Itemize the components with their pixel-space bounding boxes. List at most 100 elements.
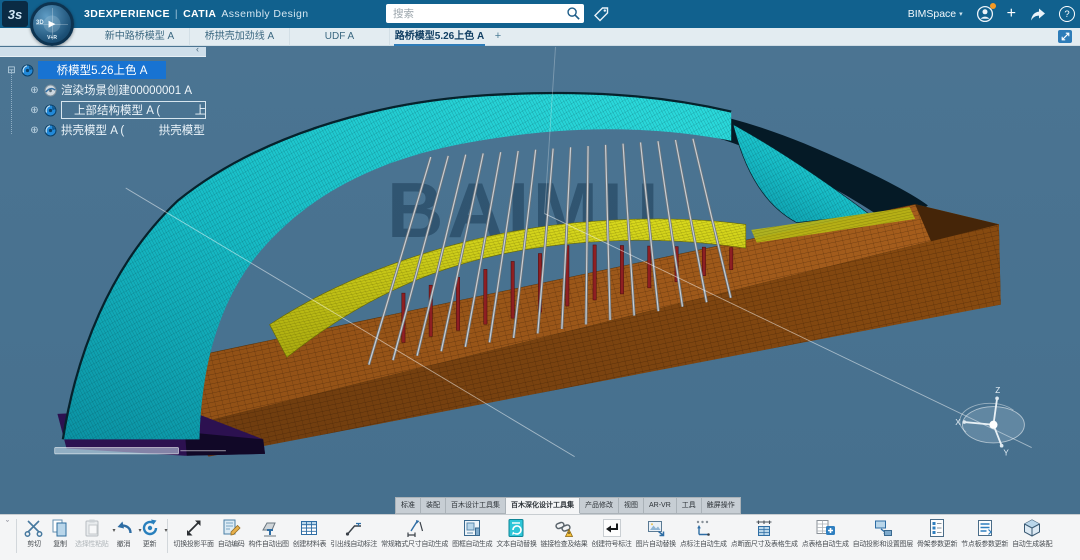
point-annotation-auto-generate-button[interactable]: 点标注自动生成 xyxy=(678,515,729,549)
gusset-param-update-button[interactable]: 节点板参数更新 xyxy=(959,515,1010,549)
point-annotation-icon xyxy=(692,517,714,539)
3d-compass-widget[interactable]: ▶ 3D V+R xyxy=(30,2,74,46)
search-box xyxy=(386,4,584,23)
ribbon-tab[interactable]: 标准 xyxy=(395,497,421,514)
ribbon-tab[interactable]: 装配 xyxy=(421,497,446,514)
tree-item-arch-shell[interactable]: ⊕ 拱壳模型 A ( 拱壳模型 xyxy=(0,120,240,140)
leader-auto-annotation-button[interactable]: 引出线自动标注 xyxy=(328,515,379,549)
component-icon xyxy=(44,124,57,137)
dropdown-caret-icon[interactable]: ▾ xyxy=(164,527,167,534)
application-window: 3s 3DEXPERIENCE | CATIA Assembly Design … xyxy=(0,0,1080,560)
component-icon xyxy=(21,64,34,77)
ribbon-tab[interactable]: 产品修改 xyxy=(580,497,619,514)
switch-projection-plane-button[interactable]: 切换投影平面 xyxy=(172,515,216,549)
create-material-table-button[interactable]: 创建材料表 xyxy=(291,515,329,549)
compass-3d-label[interactable]: 3D xyxy=(36,20,44,26)
ribbon-tab[interactable]: 工具 xyxy=(677,497,702,514)
expand-window-button[interactable] xyxy=(1058,30,1072,43)
view-axes-robot[interactable]: X Z Y xyxy=(955,386,1024,458)
axis-y-label: Y xyxy=(1003,449,1009,458)
drawing-icon xyxy=(258,517,280,539)
auto-projection-layer-button[interactable]: 自动投影和设置图层 xyxy=(851,515,915,549)
expand-icon[interactable]: ⊕ xyxy=(29,85,40,96)
paste-special-button[interactable]: 选择性粘贴 ▾ xyxy=(73,515,111,549)
expand-arrows-icon xyxy=(1061,32,1070,41)
title-divider: | xyxy=(175,8,178,20)
link-check-results-button[interactable]: 链接检查及结果 xyxy=(539,515,590,549)
table-plus-icon xyxy=(814,517,836,539)
expand-icon[interactable]: ⊕ xyxy=(29,125,40,136)
collapse-icon[interactable]: ⊟ xyxy=(6,65,17,76)
chevron-left-icon[interactable]: ‹ xyxy=(196,46,199,54)
component-auto-drawing-button[interactable]: 构件自动出图 xyxy=(247,515,291,549)
3d-viewport[interactable]: BAIMU xyxy=(0,46,1080,514)
tag-icon[interactable] xyxy=(592,5,610,23)
frame-auto-generate-button[interactable]: 图框自动生成 xyxy=(450,515,494,549)
tree-scroll-strip[interactable]: ‹ xyxy=(0,47,206,57)
ribbon-tab[interactable]: 视图 xyxy=(619,497,644,514)
point-table-auto-generate-button[interactable]: 点表格自动生成 xyxy=(800,515,851,549)
search-input[interactable] xyxy=(386,4,565,23)
document-tab[interactable]: UDF A xyxy=(289,28,389,46)
projection-icon xyxy=(872,517,894,539)
tree-item-upper-structure[interactable]: ⊕ 上部结构模型 A ( 上部 xyxy=(0,100,240,120)
auto-generate-assembly-button[interactable]: 自动生成装配 xyxy=(1010,515,1054,549)
help-button[interactable]: ? xyxy=(1059,6,1075,22)
point-section-table-generate-button[interactable]: 点断面尺寸及表格生成 xyxy=(729,515,800,549)
chevron-down-icon: ▾ xyxy=(959,10,963,18)
brand-name: 3DEXPERIENCE xyxy=(84,8,170,20)
ribbon-section-tabs: 标准 装配 百木设计工具集 百木深化设计工具集 产品修改 视图 AR-VR 工具… xyxy=(395,497,741,514)
add-content-button[interactable]: + xyxy=(1007,6,1016,22)
update-button[interactable]: 更新 ▾ xyxy=(137,515,163,549)
tree-item-render-scene[interactable]: ⊕ 渲染场景创建00000001 A xyxy=(0,80,240,100)
section-dimension-table-icon xyxy=(753,517,775,539)
swap-arrows-icon xyxy=(183,517,205,539)
dimension-icon xyxy=(404,517,426,539)
undo-icon xyxy=(113,517,135,539)
expand-icon[interactable]: ⊕ xyxy=(29,105,40,116)
ribbon-tab[interactable]: AR-VR xyxy=(644,497,677,514)
document-tabs: 新中路桥模型 A 桥拱壳加劲线 A UDF A 路桥模型5.26上色 A + xyxy=(90,28,507,46)
tree-item-label[interactable]: 拱壳模型 A ( 拱壳模型 xyxy=(61,122,205,138)
document-tab-bar: 新中路桥模型 A 桥拱壳加劲线 A UDF A 路桥模型5.26上色 A + xyxy=(0,28,1080,46)
search-icon[interactable] xyxy=(566,6,581,21)
ribbon-tab[interactable]: 百木设计工具集 xyxy=(446,497,506,514)
help-glyph: ? xyxy=(1064,9,1069,20)
ribbon-tab[interactable]: 触屏操作 xyxy=(702,497,741,514)
tree-item-label[interactable]: 渲染场景创建00000001 A xyxy=(61,82,192,98)
tree-item-root[interactable]: ⊟ 桥模型5.26上色 A xyxy=(0,60,240,80)
tree-item-label-selected[interactable]: 桥模型5.26上色 A xyxy=(38,61,166,79)
skeleton-param-update-button[interactable]: 骨架参数更新 xyxy=(915,515,959,549)
toolbar-overflow-caret[interactable]: ˇ xyxy=(0,515,12,529)
user-account-button[interactable] xyxy=(976,5,994,23)
notification-badge xyxy=(990,3,996,9)
scissors-icon xyxy=(23,517,45,539)
undo-button[interactable]: 撤消 ▾ xyxy=(111,515,137,549)
3ds-logo-icon[interactable]: 3s xyxy=(2,1,28,27)
cube-icon xyxy=(1021,517,1043,539)
create-symbol-annotation-button[interactable]: 创建符号标注 xyxy=(589,515,633,549)
new-tab-button[interactable]: + xyxy=(489,28,507,46)
render-scene-icon xyxy=(44,84,57,97)
return-arrow-icon xyxy=(601,517,623,539)
document-tab[interactable]: 新中路桥模型 A xyxy=(90,28,189,46)
image-auto-replace-button[interactable]: 图片自动替换 xyxy=(634,515,678,549)
workspace-label: BIMSpace xyxy=(908,8,956,20)
copy-button[interactable]: 复制 xyxy=(47,515,73,549)
link-warning-icon xyxy=(553,517,575,539)
document-tab[interactable]: 桥拱壳加劲线 A xyxy=(189,28,289,46)
parameter-list-icon xyxy=(926,517,948,539)
cut-button[interactable]: 剪切 xyxy=(21,515,47,549)
document-tab-active[interactable]: 路桥模型5.26上色 A xyxy=(389,28,489,46)
compass-vr-label[interactable]: V+R xyxy=(47,35,57,41)
box-dimension-auto-generate-button[interactable]: 常规箱式尺寸自动生成 xyxy=(379,515,450,549)
auto-numbering-button[interactable]: 自动编码 xyxy=(216,515,247,549)
text-auto-replace-button[interactable]: 文本自动替换 xyxy=(494,515,538,549)
share-icon[interactable] xyxy=(1029,7,1046,22)
action-toolbar: ˇ 剪切 复制 选择性粘贴 ▾ xyxy=(0,514,1080,560)
drawing-frame-icon xyxy=(461,517,483,539)
tree-item-label-boxed[interactable]: 上部结构模型 A ( 上部 xyxy=(61,101,206,119)
ribbon-tab-active[interactable]: 百木深化设计工具集 xyxy=(506,497,580,514)
workspace-selector[interactable]: BIMSpace ▾ xyxy=(908,8,963,20)
play-icon[interactable]: ▶ xyxy=(44,16,61,33)
